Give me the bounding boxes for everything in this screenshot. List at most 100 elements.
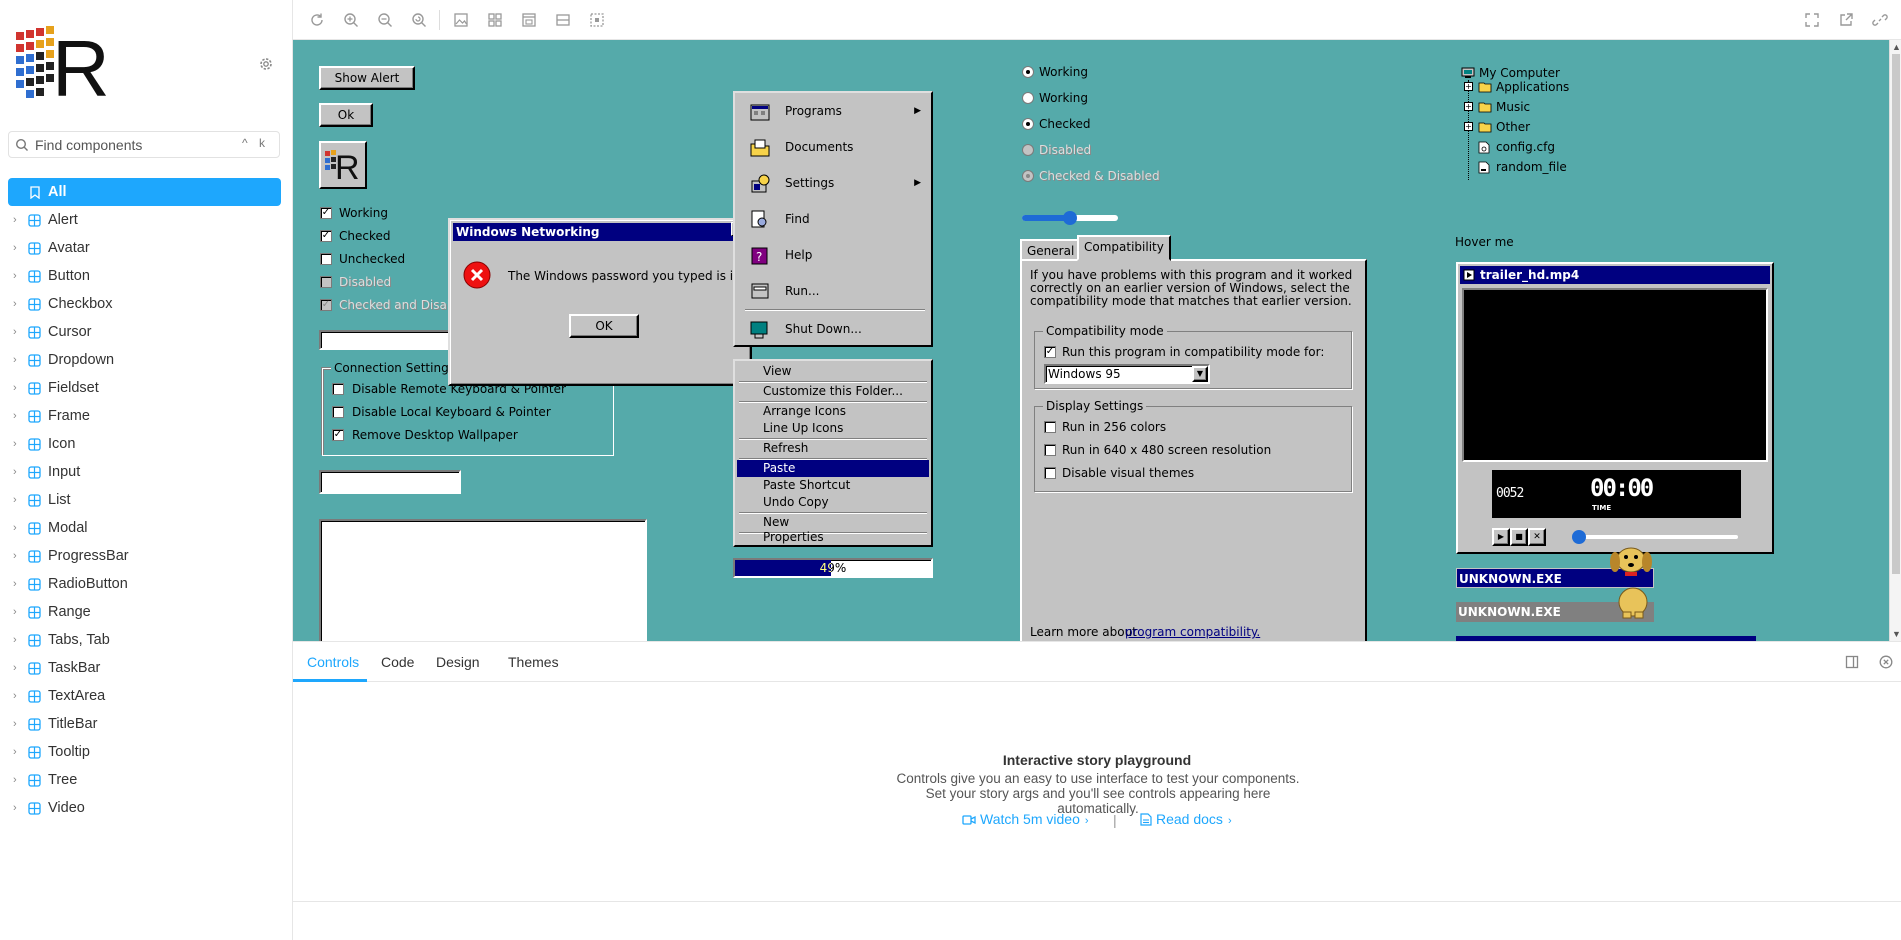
tree-root-label[interactable]: My Computer	[1479, 66, 1560, 80]
scrollbar-thumb[interactable]	[1892, 54, 1900, 574]
stop-icon[interactable]: ■	[1510, 528, 1528, 546]
context-item[interactable]: Paste Shortcut	[737, 477, 929, 494]
tab-code[interactable]: Code	[381, 654, 414, 670]
expand-plus-icon[interactable]: +	[1464, 82, 1473, 91]
sidebar-item-input[interactable]: › Input	[0, 458, 293, 486]
sidebar-item-tree[interactable]: › Tree	[0, 766, 293, 794]
sidebar-item-button[interactable]: › Button	[0, 262, 293, 290]
tooltip-trigger[interactable]: Hover me	[1455, 235, 1514, 249]
sidebar-item-radiobutton[interactable]: › RadioButton	[0, 570, 293, 598]
context-item-selected[interactable]: Paste	[737, 460, 929, 477]
context-item[interactable]: Undo Copy	[737, 494, 929, 511]
sidebar-item-all[interactable]: All	[8, 178, 281, 206]
checkbox-640x480[interactable]	[1044, 444, 1056, 456]
range-thumb[interactable]	[1063, 211, 1077, 225]
checkbox-working[interactable]: ✓	[320, 207, 332, 219]
context-item[interactable]: Refresh	[737, 440, 929, 457]
play-icon[interactable]: ▶	[1492, 528, 1510, 546]
copy-link-icon[interactable]	[1872, 12, 1888, 28]
menu-item-shutdown[interactable]: Shut Down...	[741, 311, 921, 347]
checkbox-local-keyboard[interactable]	[332, 406, 344, 418]
sidebar-item-cursor[interactable]: › Cursor	[0, 318, 293, 346]
tree-item-label[interactable]: Other	[1496, 120, 1530, 134]
sidebar-item-frame[interactable]: › Frame	[0, 402, 293, 430]
tab-controls[interactable]: Controls	[307, 654, 359, 670]
reload-icon[interactable]	[309, 12, 325, 28]
panel-orientation-icon[interactable]	[1845, 655, 1859, 669]
grid-icon[interactable]	[487, 12, 503, 28]
textarea[interactable]	[319, 519, 647, 641]
sidebar-item-avatar[interactable]: › Avatar	[0, 234, 293, 262]
sidebar-item-range[interactable]: › Range	[0, 598, 293, 626]
ok-button[interactable]: Ok	[319, 103, 373, 127]
scroll-down-icon[interactable]: ▼	[1892, 629, 1901, 639]
watch-video-link[interactable]: Watch 5m video ›	[962, 811, 1089, 827]
react95-logo[interactable]: R	[14, 22, 114, 104]
compat-mode-checkbox[interactable]: ✓	[1044, 346, 1056, 358]
outline-icon[interactable]	[589, 12, 605, 28]
compat-os-select[interactable]: Windows 95 ▼	[1044, 364, 1210, 384]
sidebar-item-progressbar[interactable]: › ProgressBar	[0, 542, 293, 570]
radio-working-checked[interactable]	[1022, 66, 1034, 78]
expand-plus-icon[interactable]: +	[1464, 102, 1473, 111]
checkbox-remove-wallpaper[interactable]: ✓	[332, 429, 344, 441]
tree-item-label[interactable]: Music	[1496, 100, 1530, 114]
sidebar-item-titlebar[interactable]: › TitleBar	[0, 710, 293, 738]
text-input[interactable]	[319, 470, 461, 494]
video-screen[interactable]	[1462, 288, 1768, 462]
sidebar-item-fieldset[interactable]: › Fieldset	[0, 374, 293, 402]
read-docs-link[interactable]: Read docs ›	[1140, 811, 1232, 827]
video-seek-bar[interactable]	[1576, 535, 1738, 539]
video-seek-thumb[interactable]	[1572, 530, 1586, 544]
radio-working[interactable]	[1022, 92, 1034, 104]
sidebar-item-dropdown[interactable]: › Dropdown	[0, 346, 293, 374]
checkbox-unchecked[interactable]	[320, 253, 332, 265]
checkbox-256-colors[interactable]	[1044, 421, 1056, 433]
tab-compatibility[interactable]: Compatibility	[1077, 235, 1171, 261]
tree-item-label[interactable]: random_file	[1496, 160, 1567, 174]
tree-item-label[interactable]: Applications	[1496, 80, 1569, 94]
canvas-scrollbar[interactable]: ▲ ▼	[1889, 40, 1901, 641]
context-item[interactable]: Arrange Icons	[737, 403, 929, 420]
context-item[interactable]: Customize this Folder...	[737, 383, 929, 400]
menu-item-help[interactable]: ? Help	[741, 237, 921, 273]
menu-item-documents[interactable]: Documents	[741, 129, 921, 165]
sidebar-item-modal[interactable]: › Modal	[0, 514, 293, 542]
close-icon[interactable]: ✕	[1528, 528, 1546, 546]
expand-plus-icon[interactable]: +	[1464, 122, 1473, 131]
modal-ok-button[interactable]: OK	[569, 314, 639, 338]
close-panel-icon[interactable]	[1879, 655, 1893, 669]
zoom-in-icon[interactable]	[343, 12, 359, 28]
component-search[interactable]: ^ k	[8, 131, 280, 158]
fullscreen-icon[interactable]	[1804, 12, 1820, 28]
checkbox-disable-themes[interactable]	[1044, 467, 1056, 479]
scroll-up-icon[interactable]: ▲	[1892, 42, 1901, 52]
menu-item-programs[interactable]: Programs ▶	[741, 93, 921, 129]
sidebar-item-alert[interactable]: › Alert	[0, 206, 293, 234]
menu-item-find[interactable]: Find	[741, 201, 921, 237]
background-icon[interactable]	[453, 12, 469, 28]
modal-titlebar[interactable]: Windows Networking	[453, 223, 747, 241]
tab-design[interactable]: Design	[436, 654, 480, 670]
sidebar-item-video[interactable]: › Video	[0, 794, 293, 822]
measure-icon[interactable]	[555, 12, 571, 28]
video-titlebar[interactable]: trailer_hd.mp4	[1460, 266, 1770, 284]
sidebar-item-list[interactable]: › List	[0, 486, 293, 514]
range-slider[interactable]	[1022, 211, 1118, 225]
viewport-icon[interactable]	[521, 12, 537, 28]
settings-gear-icon[interactable]	[258, 56, 274, 72]
sidebar-item-textarea[interactable]: › TextArea	[0, 682, 293, 710]
program-compatibility-link[interactable]: program compatibility.	[1125, 625, 1260, 639]
checkbox-remote-keyboard[interactable]	[332, 383, 344, 395]
sidebar-item-tabs[interactable]: › Tabs, Tab	[0, 626, 293, 654]
tab-general[interactable]: General	[1020, 239, 1082, 261]
context-item[interactable]: Properties	[737, 529, 929, 546]
show-alert-button[interactable]: Show Alert	[319, 66, 415, 90]
context-item[interactable]: View	[737, 363, 929, 380]
checkbox-checked[interactable]: ✓	[320, 230, 332, 242]
zoom-reset-icon[interactable]	[411, 12, 427, 28]
search-input[interactable]	[35, 135, 235, 155]
menu-item-run[interactable]: Run...	[741, 273, 921, 309]
chevron-down-icon[interactable]: ▼	[1192, 366, 1208, 382]
sidebar-item-checkbox[interactable]: › Checkbox	[0, 290, 293, 318]
